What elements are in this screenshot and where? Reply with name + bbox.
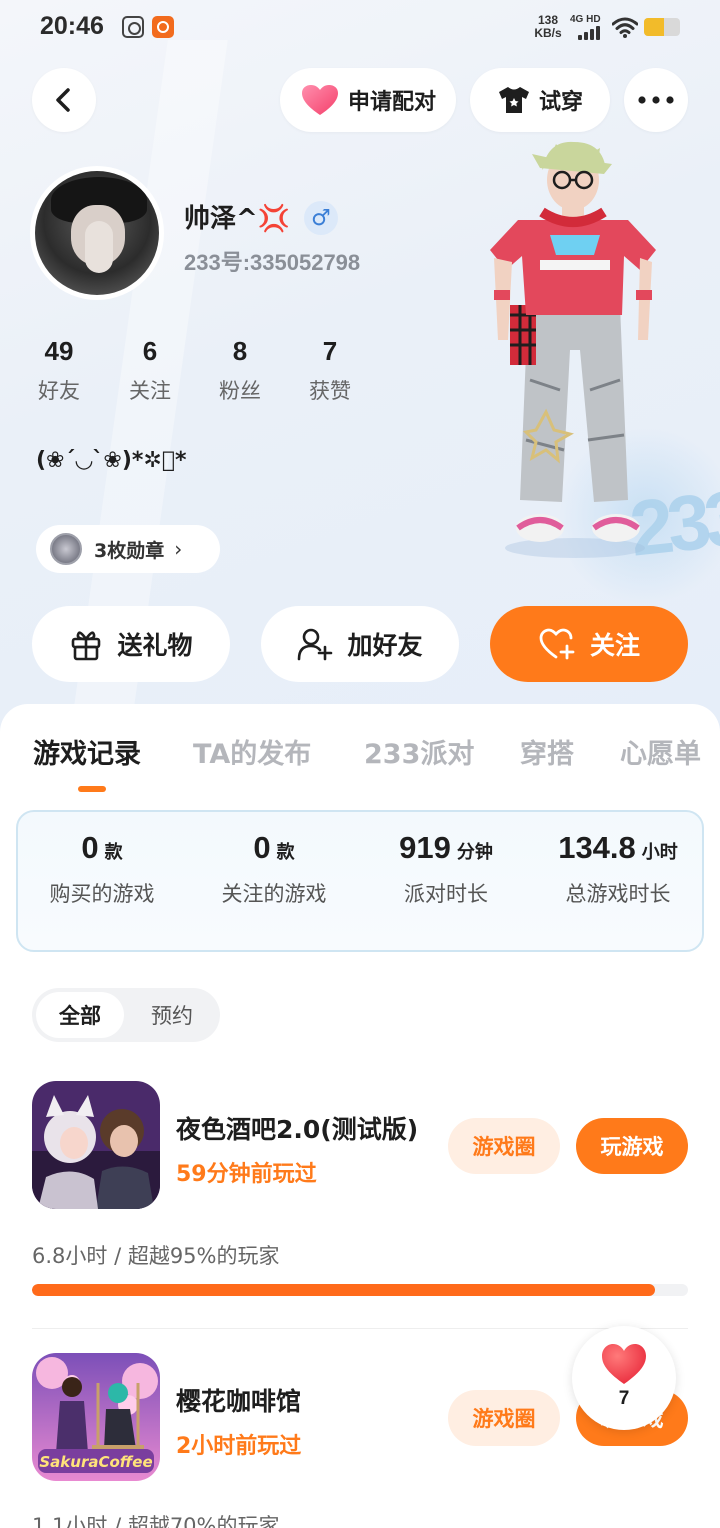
net-speed: 138 KB/s — [532, 14, 564, 40]
filter-reserved[interactable]: 预约 — [128, 992, 216, 1038]
stat-likes[interactable]: 7 获赞 — [300, 336, 360, 405]
gift-icon — [72, 631, 101, 661]
play-game-button[interactable]: 玩游戏 — [576, 1118, 688, 1174]
like-float-button[interactable] — [572, 1326, 676, 1430]
wifi-icon — [612, 17, 638, 38]
signal-icon — [578, 26, 604, 40]
battery-icon — [644, 18, 680, 36]
summary-unit: 款 — [104, 842, 123, 863]
medals-label: 3枚勋章 — [94, 539, 165, 562]
tshirt-icon — [498, 87, 529, 113]
summary-label: 关注的游戏 — [221, 882, 327, 906]
tab-wishlist[interactable]: 心愿单 — [620, 732, 701, 771]
summary-value: 0 — [81, 830, 99, 865]
send-gift-button[interactable]: 送礼物 — [32, 606, 230, 682]
game-progress-fill — [32, 1284, 656, 1296]
filter-all[interactable]: 全部 — [36, 992, 124, 1038]
summary-value: 134.8 — [558, 830, 636, 865]
stat-fans[interactable]: 8 粉丝 — [210, 336, 270, 405]
app-notification-icon-2 — [152, 16, 174, 38]
tab-party[interactable]: 233派对 — [364, 732, 474, 771]
net-speed-unit: KB/s — [534, 26, 562, 40]
app-notification-icon — [122, 16, 144, 38]
summary-unit: 分钟 — [456, 842, 493, 863]
stat-friends[interactable]: 49 好友 — [29, 336, 89, 405]
status-time: 20:46 — [40, 12, 104, 40]
medal-icon — [50, 533, 82, 565]
summary-party-time[interactable]: 919 分钟 派对时长 — [372, 830, 520, 908]
like-count: 7 — [618, 1388, 630, 1409]
heart-icon — [301, 85, 338, 115]
game-title[interactable]: 樱花咖啡馆 — [176, 1382, 301, 1418]
game-icon-logo-text: SakuraCoffee — [39, 1453, 152, 1471]
summary-label: 派对时长 — [404, 882, 488, 906]
status-bar: 20:46 138 KB/s 4G HD — [0, 0, 720, 56]
avatar-image — [35, 171, 159, 295]
network-type: 4G HD — [570, 14, 601, 25]
chevron-right-icon: › — [174, 537, 183, 561]
stat-label: 粉丝 — [219, 379, 261, 403]
tab-posts[interactable]: TA的发布 — [193, 732, 311, 771]
stat-label: 获赞 — [309, 379, 351, 403]
heart-icon — [602, 1344, 646, 1384]
back-button[interactable] — [32, 68, 96, 132]
user-id[interactable]: 233号:335052798 — [184, 245, 360, 277]
tab-game-records[interactable]: 游戏记录 — [33, 732, 141, 771]
avatar[interactable] — [30, 166, 164, 300]
add-friend-label: 加好友 — [347, 631, 423, 660]
game-icon-night-bar[interactable] — [32, 1081, 160, 1209]
game-last-played: 59分钟前玩过 — [176, 1162, 317, 1187]
tab-outfits[interactable]: 穿搭 — [520, 732, 574, 771]
add-user-icon — [298, 628, 333, 661]
try-on-button[interactable]: 试穿 — [470, 68, 610, 132]
follow-label: 关注 — [589, 631, 640, 660]
stat-following[interactable]: 6 关注 — [120, 336, 180, 405]
summary-purchased[interactable]: 0款 购买的游戏 — [28, 830, 176, 908]
battery-level — [644, 18, 664, 36]
try-on-label: 试穿 — [538, 90, 583, 115]
add-friend-button[interactable]: 加好友 — [261, 606, 459, 682]
stat-label: 好友 — [38, 379, 80, 403]
stat-value: 7 — [322, 336, 338, 366]
medals-button[interactable]: 3枚勋章 › — [36, 525, 220, 573]
game-circle-button[interactable]: 游戏圈 — [448, 1118, 560, 1174]
game-circle-button[interactable]: 游戏圈 — [448, 1390, 560, 1446]
stat-value: 49 — [44, 336, 74, 366]
male-gender-icon: ♂ — [304, 201, 338, 235]
follow-button[interactable]: 关注 — [490, 606, 688, 682]
game-icon-sakura-coffee[interactable]: SakuraCoffee — [32, 1353, 160, 1481]
send-gift-label: 送礼物 — [117, 631, 193, 660]
summary-unit: 小时 — [641, 842, 678, 863]
game-playtime-stats: 1.1小时 / 超越70%的玩家 — [32, 1514, 280, 1528]
summary-unit: 款 — [276, 842, 295, 863]
game-playtime-stats: 6.8小时 / 超越95%的玩家 — [32, 1244, 280, 1268]
game-progress-bar — [32, 1284, 688, 1296]
game-title[interactable]: 夜色酒吧2.0(测试版) — [176, 1110, 418, 1146]
username: 帅泽^💢 — [184, 204, 291, 234]
avatar-character-figure[interactable] — [470, 140, 680, 560]
summary-value: 919 — [399, 830, 451, 865]
summary-label: 总游戏时长 — [565, 882, 671, 906]
stat-value: 6 — [142, 336, 158, 366]
stat-label: 关注 — [129, 379, 171, 403]
divider — [32, 1328, 688, 1329]
chevron-left-icon — [56, 88, 70, 112]
more-dots-icon — [638, 96, 674, 104]
more-button[interactable] — [624, 68, 688, 132]
game-last-played: 2小时前玩过 — [176, 1434, 302, 1459]
request-pair-button[interactable]: 申请配对 — [280, 68, 456, 132]
game-artwork — [32, 1081, 160, 1209]
tab-indicator — [78, 786, 106, 792]
summary-followed[interactable]: 0款 关注的游戏 — [200, 830, 348, 908]
game-artwork: SakuraCoffee — [32, 1353, 160, 1481]
profile-bio: (❀´◡`❀)*✲ﾟ* — [36, 448, 187, 473]
heart-plus-icon — [539, 628, 575, 660]
request-pair-label: 申请配对 — [347, 90, 436, 115]
summary-value: 0 — [253, 830, 271, 865]
summary-label: 购买的游戏 — [49, 882, 155, 906]
stat-value: 8 — [232, 336, 248, 366]
summary-total-time[interactable]: 134.8 小时 总游戏时长 — [544, 830, 692, 908]
